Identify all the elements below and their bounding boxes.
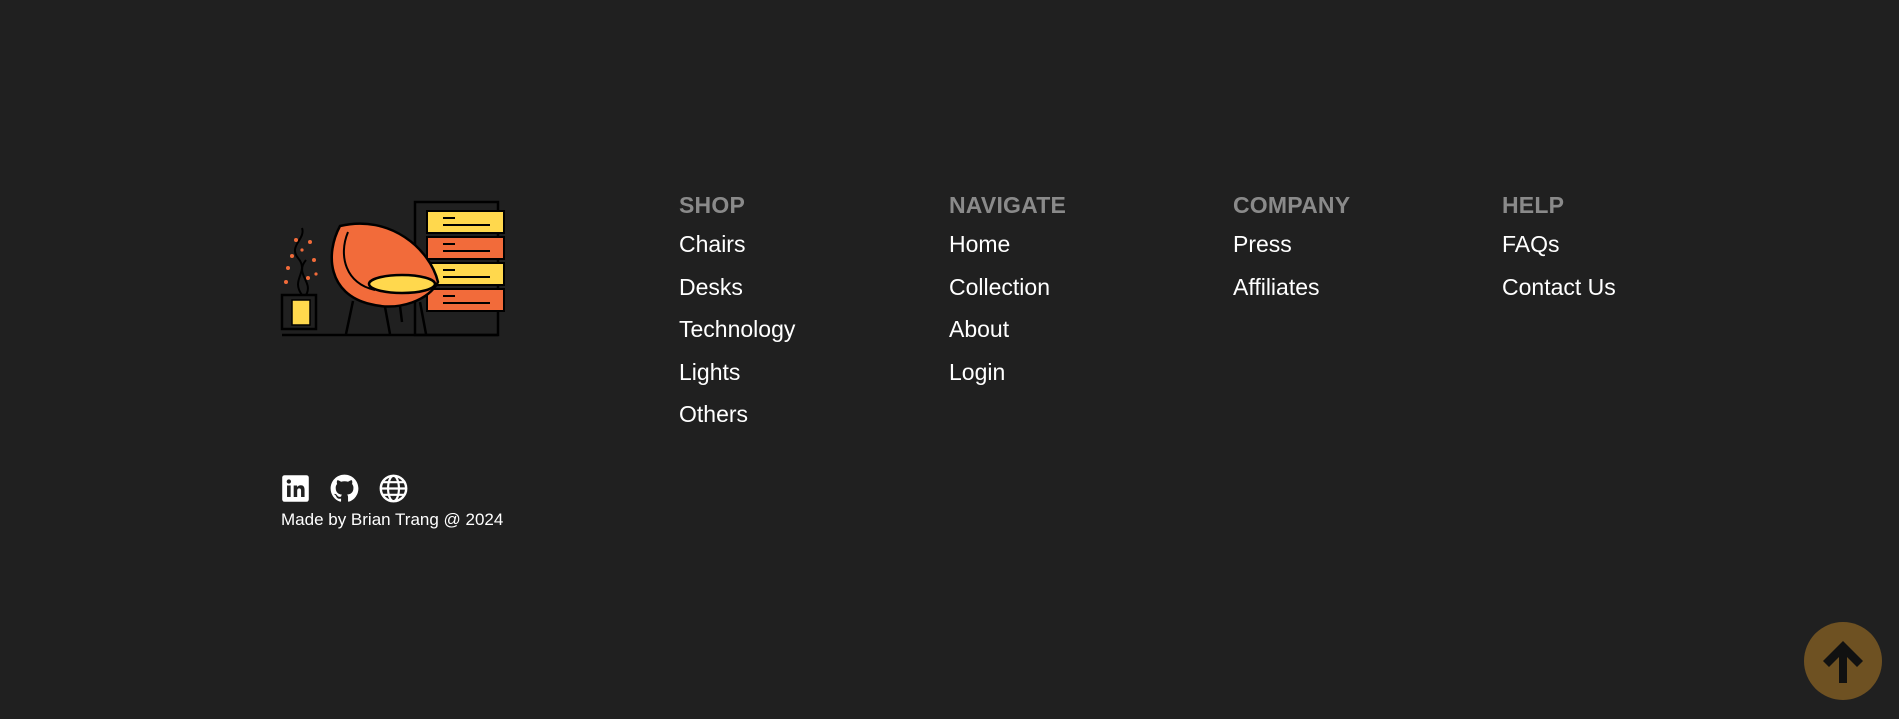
shop-column: SHOP Chairs Desks Technology Lights Othe… <box>679 190 795 442</box>
site-footer: Made by Brian Trang @ 2024 SHOP Chairs D… <box>0 0 1899 719</box>
navigate-heading: NAVIGATE <box>949 192 1067 218</box>
github-link[interactable] <box>330 473 359 504</box>
shop-link-desks[interactable]: Desks <box>679 274 743 300</box>
linkedin-link[interactable] <box>281 473 310 504</box>
brand-area <box>280 194 520 349</box>
help-column: HELP FAQs Contact Us <box>1502 190 1616 314</box>
navigate-link-about[interactable]: About <box>949 316 1009 342</box>
shop-link-others[interactable]: Others <box>679 401 748 427</box>
navigate-link-home[interactable]: Home <box>949 231 1010 257</box>
shop-link-lights[interactable]: Lights <box>679 359 740 385</box>
company-column: COMPANY Press Affiliates <box>1233 190 1350 314</box>
navigate-link-login[interactable]: Login <box>949 359 1005 385</box>
shop-link-chairs[interactable]: Chairs <box>679 231 745 257</box>
furniture-logo-icon[interactable] <box>280 194 518 349</box>
github-icon <box>330 474 359 502</box>
shop-link-technology[interactable]: Technology <box>679 316 795 342</box>
linkedin-icon <box>282 475 309 502</box>
company-heading: COMPANY <box>1233 192 1351 218</box>
navigate-link-collection[interactable]: Collection <box>949 274 1050 300</box>
arrow-up-icon <box>1823 641 1863 683</box>
website-link[interactable] <box>379 473 408 504</box>
company-link-affiliates[interactable]: Affiliates <box>1233 274 1320 300</box>
navigate-column: NAVIGATE Home Collection About Login <box>949 190 1066 399</box>
scroll-to-top-button[interactable] <box>1804 622 1882 700</box>
help-link-faqs[interactable]: FAQs <box>1502 231 1560 257</box>
help-heading: HELP <box>1502 192 1565 218</box>
social-links <box>281 473 408 504</box>
shop-heading: SHOP <box>679 192 745 218</box>
company-link-press[interactable]: Press <box>1233 231 1292 257</box>
help-link-contact-us[interactable]: Contact Us <box>1502 274 1616 300</box>
globe-icon <box>379 474 408 503</box>
credit-text: Made by Brian Trang @ 2024 <box>281 510 504 529</box>
